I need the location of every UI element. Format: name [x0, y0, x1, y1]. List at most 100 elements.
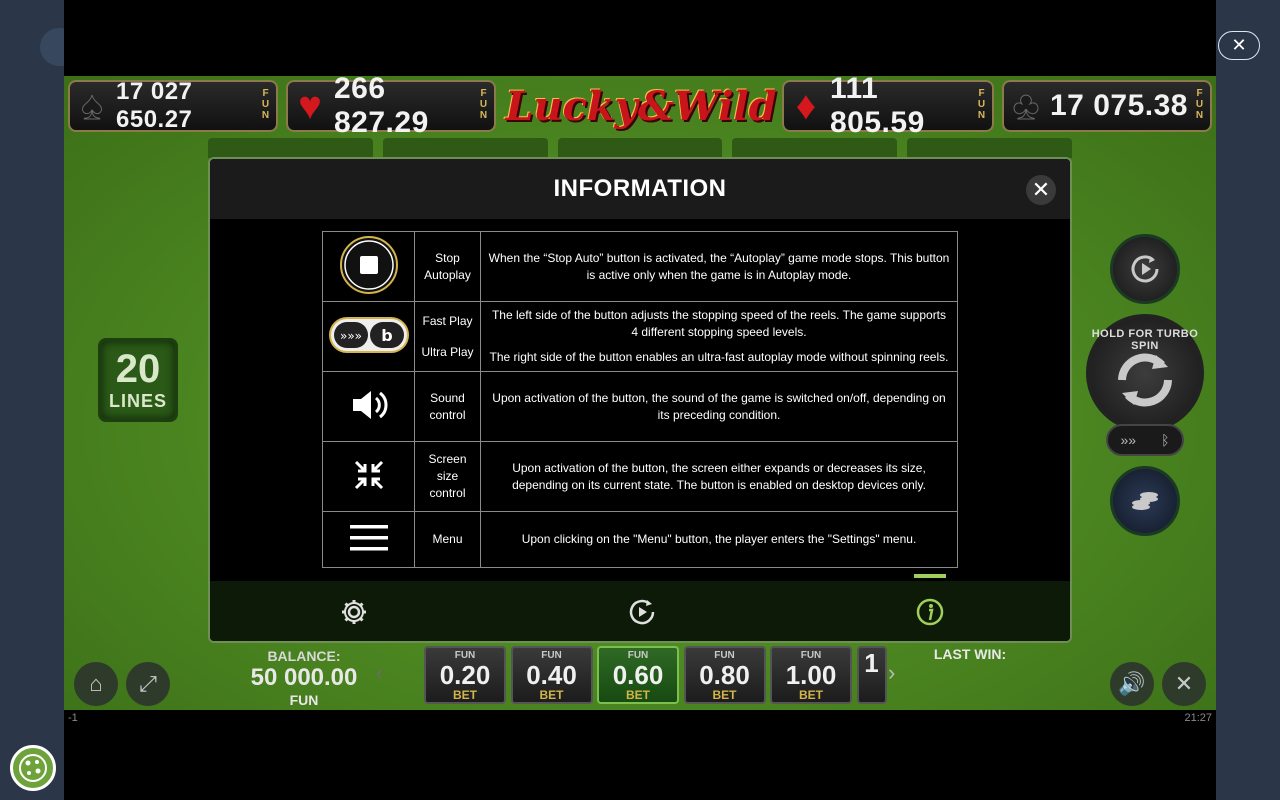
info-row: Menu Upon clicking on the "Menu" button,…	[322, 511, 958, 568]
last-win-label: LAST WIN:	[933, 646, 1007, 662]
control-name-line: Fast Play	[422, 313, 473, 328]
bet-option[interactable]: FUN 0.20 BET	[424, 646, 506, 704]
autoplay-icon	[629, 599, 655, 625]
bet-scroll-left[interactable]: ‹	[376, 660, 383, 686]
control-name-line: Sound	[430, 390, 465, 405]
jackpot-value: 266 827.29	[334, 72, 429, 139]
fast-ultra-play-toggle[interactable]: »» ᛒ	[1106, 424, 1184, 456]
ultra-play-icon: ᛒ	[1161, 432, 1170, 448]
jackpot-fun-label: FUN	[974, 88, 988, 124]
speaker-icon	[352, 391, 387, 419]
spin-button[interactable]: HOLD FOR TURBO SPIN	[1086, 314, 1204, 432]
bet-label: BET	[539, 688, 564, 702]
lines-badge: 20 LINES	[98, 338, 178, 422]
bet-option[interactable]: FUN 0.80 BET	[683, 646, 766, 704]
bet-option[interactable]: 1	[856, 646, 887, 704]
gear-icon	[342, 600, 366, 624]
jackpot-value: 111 805.59	[830, 72, 925, 139]
modal-footer-tabs	[210, 574, 1070, 641]
control-name-line: Screen	[428, 452, 467, 466]
tab-info[interactable]	[910, 574, 950, 632]
control-description-cell: Upon clicking on the "Menu" button, the …	[480, 511, 958, 568]
jackpot-fun-label: FUN	[1192, 88, 1206, 124]
control-name-line: Ultra Play	[421, 344, 474, 359]
heart-icon: ♥	[298, 83, 322, 128]
jackpot-fun-text: FUN	[976, 88, 987, 121]
tab-gear[interactable]	[334, 592, 374, 632]
svg-text:»»»: »»»	[339, 329, 361, 343]
control-description: The right side of the button enables an …	[489, 350, 949, 364]
bet-scroll-right[interactable]: ›	[888, 660, 895, 686]
cookie-settings-button[interactable]	[10, 745, 56, 791]
autoplay-button[interactable]	[1110, 234, 1180, 304]
control-name-line: Stop	[435, 250, 460, 265]
control-name-cell: Fast Play Ultra Play	[414, 301, 481, 372]
spade-icon: ♠	[81, 83, 103, 128]
coins-icon	[1132, 492, 1158, 510]
fast-play-icon: »»	[1120, 432, 1137, 448]
club-icon: ♣	[1012, 83, 1040, 128]
modal-header: INFORMATION ✕	[210, 159, 1070, 219]
control-name-line: Menu	[432, 532, 463, 546]
turbo-spin-hint: HOLD FOR TURBO SPIN	[1091, 328, 1199, 352]
sound-button[interactable]: 🔊	[1110, 662, 1154, 706]
bet-coins-button[interactable]	[1110, 466, 1180, 536]
bet-option[interactable]: FUN 0.40 BET	[510, 646, 593, 704]
home-icon: ⌂	[89, 671, 103, 696]
balance-display: BALANCE: 50 000.00 FUN	[234, 648, 374, 708]
exit-button[interactable]: ✕	[1162, 662, 1206, 706]
modal-body[interactable]: Stop Autoplay When the “Stop Auto” button…	[210, 219, 1070, 571]
control-name-cell: Menu	[414, 511, 481, 568]
info-table: Stop Autoplay When the “Stop Auto” button…	[322, 231, 958, 568]
reels-top	[208, 138, 1072, 158]
modal-close-button[interactable]: ✕	[1026, 175, 1056, 205]
left-background-strip	[0, 0, 64, 800]
fast-play-icon: »»» b	[328, 317, 409, 353]
close-icon: ✕	[1031, 177, 1051, 202]
balance-currency: FUN	[289, 692, 319, 708]
jackpot-fun-label: FUN	[476, 88, 490, 124]
bet-value: 0.40	[526, 660, 577, 690]
control-description: Upon activation of the button, the scree…	[512, 460, 926, 492]
jackpot-fun-text: FUN	[478, 88, 489, 121]
info-icon	[916, 598, 944, 626]
control-description: Upon clicking on the "Menu" button, the …	[521, 532, 917, 546]
bet-option[interactable]: FUN 1.00 BET	[770, 646, 852, 704]
balance-label: BALANCE:	[267, 648, 341, 664]
control-icon-cell	[322, 371, 415, 442]
bet-label: BET	[799, 688, 823, 702]
speaker-icon: 🔊	[1118, 671, 1146, 696]
bet-value: 0.80	[699, 660, 750, 690]
autoplay-icon	[1131, 255, 1159, 283]
control-description-cell: Upon activation of the button, the scree…	[480, 441, 958, 512]
bet-label: BET	[453, 688, 477, 702]
cookie-icon	[19, 754, 47, 782]
tab-autoplay[interactable]	[622, 592, 662, 632]
active-tab-indicator	[914, 574, 946, 578]
clock: 21:27	[1184, 712, 1212, 724]
bet-option[interactable]: FUN 0.60 BET	[597, 646, 679, 704]
collapse-icon	[354, 460, 383, 490]
close-icon: ✕	[1231, 35, 1247, 55]
fullscreen-button[interactable]: ⤢	[126, 662, 170, 706]
jackpot-fun-label: FUN	[258, 88, 272, 124]
control-name-line: Autoplay	[424, 267, 471, 282]
info-row: Stop Autoplay When the “Stop Auto” button…	[322, 231, 958, 302]
home-button[interactable]: ⌂	[74, 662, 118, 706]
bet-value: 1	[864, 648, 879, 678]
control-name-cell: Stop Autoplay	[414, 231, 481, 302]
close-game-button[interactable]: ✕	[1218, 31, 1260, 60]
control-icon-cell	[322, 511, 415, 568]
bet-value: 0.20	[439, 660, 491, 690]
control-description-cell: When the “Stop Auto” button is activated…	[480, 231, 958, 302]
control-description-cell: The left side of the button adjusts the …	[480, 301, 958, 372]
right-background-strip	[1216, 0, 1280, 800]
bet-label: BET	[626, 688, 650, 702]
jackpot-club: ♣ 17 075.38 FUN	[1002, 80, 1212, 132]
control-description: The left side of the button adjusts the …	[491, 308, 947, 339]
jackpot-fun-text: FUN	[260, 88, 271, 121]
control-name-line: size	[436, 469, 459, 483]
jackpot-heart: ♥ 266 827.29 FUN	[286, 72, 496, 139]
control-description: Upon activation of the button, the sound…	[492, 390, 946, 422]
control-icon-cell	[322, 441, 415, 512]
